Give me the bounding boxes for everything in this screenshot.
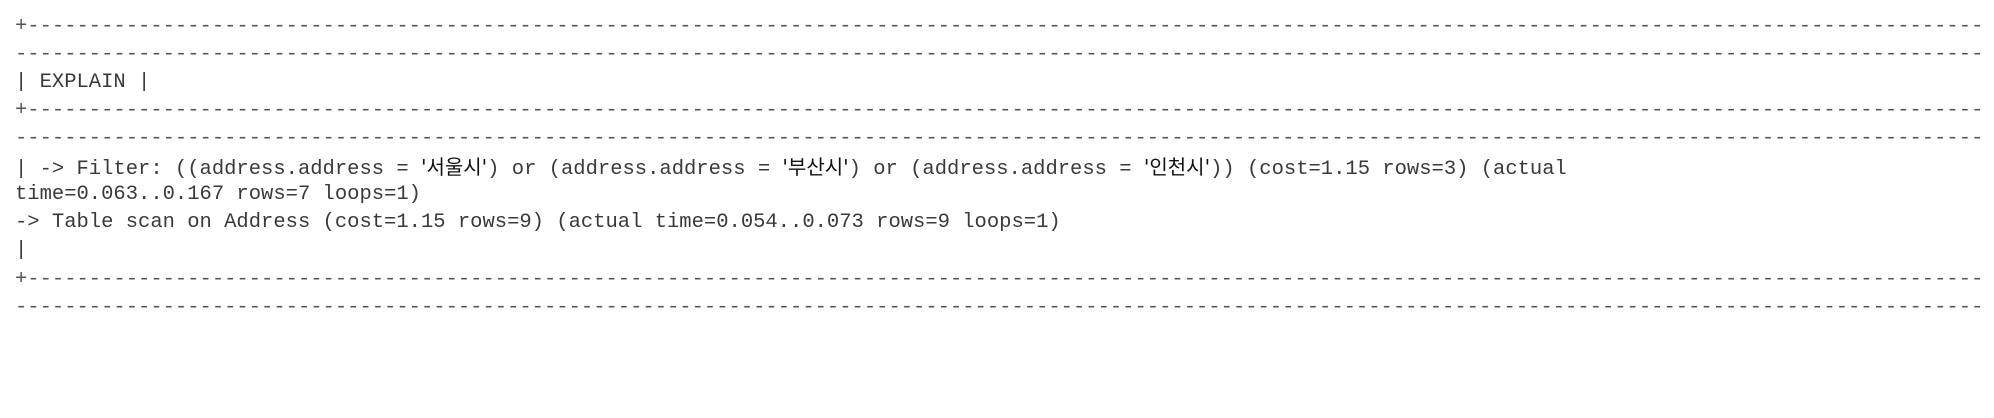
filter-suffix: )) (cost=1.15 rows=3) (actual <box>1210 158 1567 181</box>
plan-table-scan-line: -> Table scan on Address (cost=1.15 rows… <box>15 211 1061 234</box>
table-border-middle: +---------------------------------------… <box>15 101 1980 122</box>
explain-output: +---------------------------------------… <box>15 0 1980 418</box>
row-end-pipe: | <box>15 239 28 262</box>
column-header-explain: | EXPLAIN | <box>15 71 151 94</box>
plan-filter-timing-line: time=0.063..0.167 rows=7 loops=1) <box>15 183 421 206</box>
table-border-top-continued: ----------------------------------------… <box>15 45 1980 66</box>
table-border-middle-continued: ----------------------------------------… <box>15 129 1980 150</box>
filter-value-seoul: '서울시' <box>420 155 488 179</box>
table-border-top: +---------------------------------------… <box>15 17 1980 38</box>
plan-filter-line: | -> Filter: ((address.address = '서울시') … <box>15 157 1567 181</box>
table-border-bottom: +---------------------------------------… <box>15 270 1980 291</box>
filter-or-1: ) or (address.address = <box>487 158 783 181</box>
filter-value-incheon: '인천시' <box>1143 155 1211 179</box>
filter-or-2: ) or (address.address = <box>848 158 1144 181</box>
filter-value-busan: '부산시' <box>782 155 849 179</box>
table-border-bottom-continued: ----------------------------------------… <box>15 298 1980 319</box>
filter-prefix: | -> Filter: ((address.address = <box>15 158 421 181</box>
